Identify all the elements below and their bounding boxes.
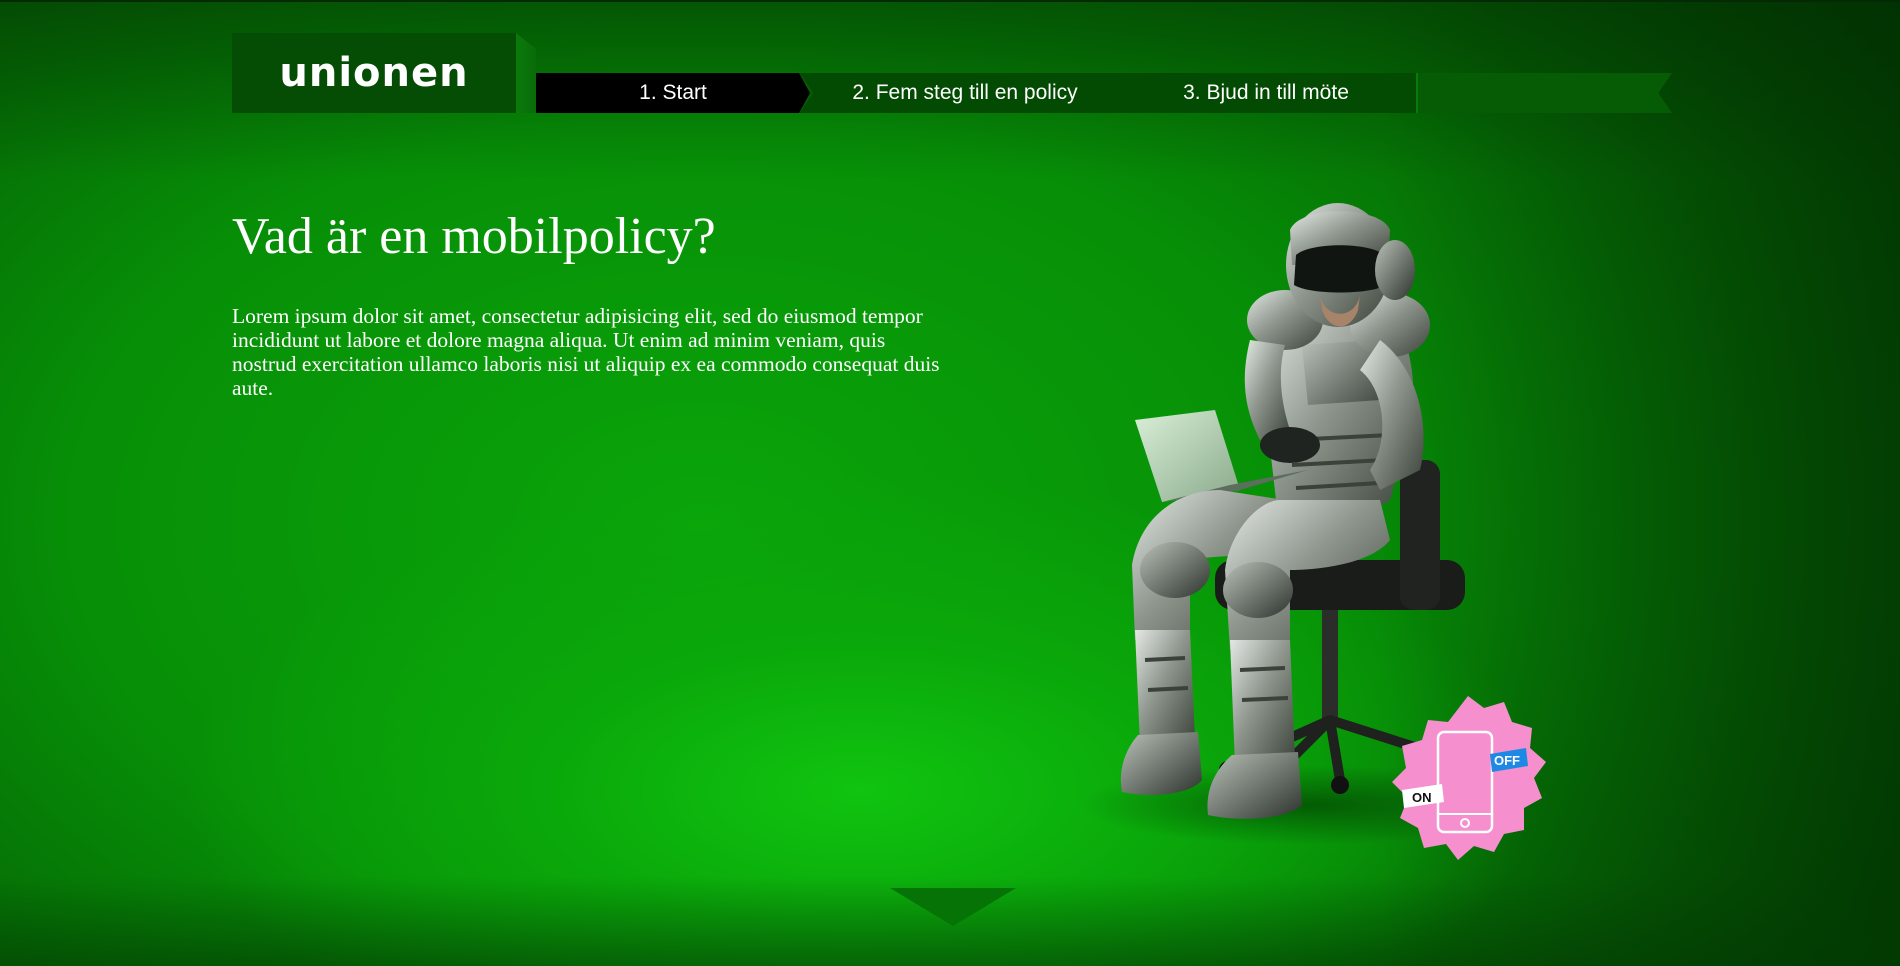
page-title: Vad är en mobilpolicy? — [232, 208, 716, 265]
on-off-badge: OFF ON — [1392, 696, 1546, 860]
scroll-down-arrow-icon[interactable] — [890, 888, 1016, 926]
tab-step-1-label: 1. Start — [639, 81, 707, 104]
tab-step-3-label: 3. Bjud in till möte — [1183, 81, 1349, 104]
nav-separator — [1416, 73, 1418, 113]
tab-step-2[interactable]: 2. Fem steg till en policy — [800, 73, 1130, 113]
logo-link[interactable]: unionen — [232, 33, 516, 113]
badge-off-label: OFF — [1494, 753, 1520, 768]
step-navigation: 3. Bjud in till möte 2. Fem steg till en… — [536, 73, 1672, 113]
tab-step-1[interactable]: 1. Start — [536, 73, 810, 113]
tab-step-2-label: 2. Fem steg till en policy — [852, 81, 1078, 104]
top-border-line — [0, 0, 1900, 2]
logo-fold-decoration — [516, 33, 536, 113]
tab-step-3[interactable]: 3. Bjud in till möte — [1116, 73, 1416, 113]
logo: unionen — [279, 50, 469, 96]
intro-paragraph: Lorem ipsum dolor sit amet, consectetur … — [232, 304, 940, 400]
badge-on-label: ON — [1412, 790, 1432, 805]
